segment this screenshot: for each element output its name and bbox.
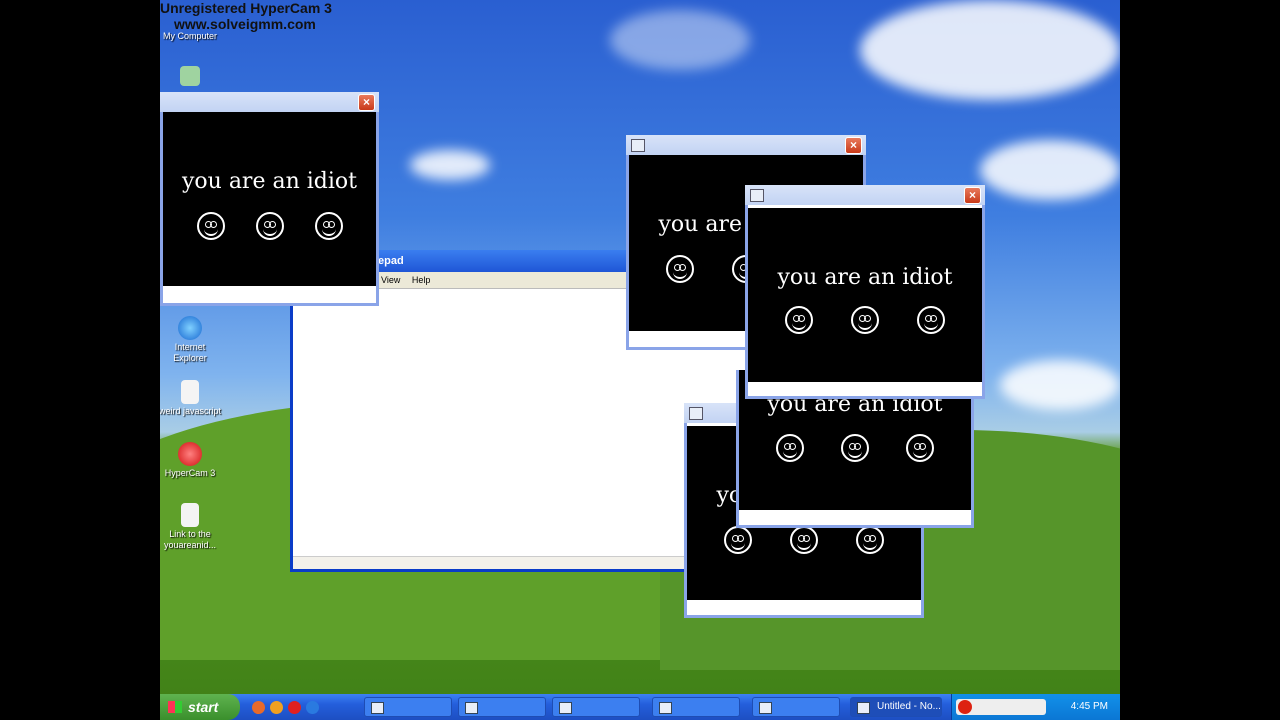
recycle-bin-icon <box>180 66 200 86</box>
smiley-row <box>739 434 971 462</box>
window-icon <box>465 702 478 714</box>
start-button[interactable]: start <box>160 694 240 720</box>
hypercam-watermark: Unregistered HyperCam 3 www.solveigmm.co… <box>160 0 332 32</box>
smiley-icon <box>851 306 879 334</box>
watermark-line2: www.solveigmm.com <box>174 16 316 32</box>
smiley-icon <box>856 526 884 554</box>
idiot-popup-window: × you are an idiot <box>745 185 985 399</box>
taskbar-button-popup[interactable] <box>652 697 740 717</box>
smiley-icon <box>196 212 225 240</box>
window-icon <box>659 702 672 714</box>
window-icon <box>371 702 384 714</box>
internet-explorer-icon <box>178 316 202 340</box>
popup-titlebar[interactable]: × <box>745 185 985 205</box>
popup-message: you are an idiot <box>777 265 953 290</box>
popup-content: you are an idiot <box>748 208 982 382</box>
cloud <box>860 0 1120 100</box>
notepad-icon <box>857 702 870 714</box>
smiley-icon <box>255 212 284 240</box>
hypercam-icon <box>178 442 202 466</box>
desktop-icon-label: My Computer <box>162 31 217 41</box>
smiley-row <box>687 526 921 554</box>
idiot-popup-window: × you are an idiot <box>160 92 379 306</box>
desktop-icon-label: Link to the youareanid... <box>163 529 217 550</box>
window-icon <box>631 139 645 152</box>
desktop-icon-hypercam[interactable]: HyperCam 3 <box>160 442 222 479</box>
desktop: Unregistered HyperCam 3 www.solveigmm.co… <box>160 0 1120 720</box>
record-icon <box>958 700 972 714</box>
desktop-icon-label: weird javascript <box>160 406 222 416</box>
taskbar: start Untitled - No... 4:45 PM <box>160 694 1120 720</box>
menu-view[interactable]: View <box>381 275 400 285</box>
system-tray: 4:45 PM <box>951 694 1120 720</box>
desktop-icon-label: Internet Explorer <box>173 342 207 363</box>
taskbar-button-popup[interactable] <box>752 697 840 717</box>
smiley-icon <box>840 434 869 462</box>
popup-message: you are an idiot <box>181 169 357 194</box>
taskbar-button-notepad[interactable]: Untitled - No... <box>850 697 942 717</box>
desktop-icon-internet-explorer[interactable]: Internet Explorer <box>160 316 222 364</box>
smiley-icon <box>666 255 694 283</box>
taskbar-button-popup[interactable] <box>458 697 546 717</box>
quicklaunch-ie-icon[interactable] <box>306 701 319 714</box>
window-icon <box>759 702 772 714</box>
popup-titlebar[interactable]: × <box>626 135 866 155</box>
cloud <box>1000 360 1120 410</box>
popup-titlebar[interactable]: × <box>160 92 379 112</box>
taskbar-notepad-label: Untitled - No... <box>877 701 941 712</box>
smiley-icon <box>775 434 804 462</box>
close-icon: × <box>849 138 857 152</box>
cloud <box>410 150 490 180</box>
desktop-icon-my-computer[interactable]: My Computer <box>160 31 222 42</box>
quicklaunch-winamp-icon[interactable] <box>270 701 283 714</box>
watermark-line1: Unregistered HyperCam 3 <box>160 0 332 16</box>
desktop-icon-recycle-bin[interactable] <box>160 66 222 88</box>
clock: 4:45 PM <box>1070 701 1108 712</box>
smiley-icon <box>917 306 945 334</box>
window-icon <box>559 702 572 714</box>
smiley-row <box>748 306 982 334</box>
script-file-icon <box>181 380 199 404</box>
windows-logo-icon <box>168 701 182 713</box>
text-file-icon <box>181 503 199 527</box>
smiley-icon <box>906 434 935 462</box>
desktop-icon-link[interactable]: Link to the youareanid... <box>160 503 222 551</box>
close-button[interactable]: × <box>845 137 862 154</box>
menu-help[interactable]: Help <box>412 275 431 285</box>
close-button[interactable]: × <box>358 94 375 111</box>
taskbar-button-popup[interactable] <box>552 697 640 717</box>
close-icon: × <box>968 188 976 202</box>
smiley-row <box>163 212 376 240</box>
desktop-icon-label: HyperCam 3 <box>164 468 216 478</box>
desktop-icon-weird-javascript[interactable]: weird javascript <box>160 380 222 417</box>
quicklaunch-media-icon[interactable] <box>252 701 265 714</box>
cloud <box>980 140 1120 200</box>
cloud <box>610 10 750 70</box>
smiley-icon <box>790 526 818 554</box>
smiley-icon <box>724 526 752 554</box>
popup-content: you are an idiot <box>163 112 376 286</box>
smiley-icon <box>314 212 343 240</box>
taskbar-button-popup[interactable] <box>364 697 452 717</box>
close-button[interactable]: × <box>964 187 981 204</box>
smiley-icon <box>785 306 813 334</box>
start-label: start <box>188 699 219 715</box>
window-icon <box>689 407 703 420</box>
close-icon: × <box>362 95 370 109</box>
quicklaunch-hypercam-icon[interactable] <box>288 701 301 714</box>
hypercam-recording-controls[interactable] <box>956 699 1046 715</box>
window-icon <box>750 189 764 202</box>
notepad-title: epad <box>378 255 404 267</box>
